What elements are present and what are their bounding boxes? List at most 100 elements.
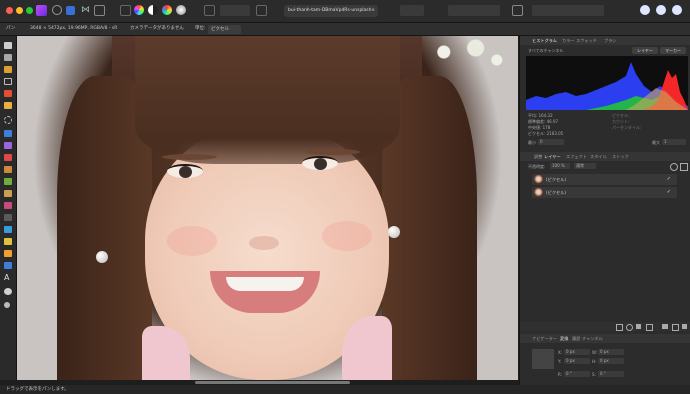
preferences-icon[interactable] <box>672 5 682 15</box>
histogram-marker-button[interactable]: マーカー <box>660 47 686 54</box>
tab-navigator[interactable]: ナビゲーター <box>532 334 557 343</box>
mask-layer-icon[interactable] <box>616 324 623 331</box>
channel-select[interactable]: すべてのチャンネル <box>528 48 563 54</box>
horizontal-scrollbar[interactable] <box>195 381 350 384</box>
layers-footer <box>520 322 690 331</box>
align-tools-icon[interactable] <box>532 5 604 16</box>
document-tab-title: bui-thanh-tam-DBmaVpdRs-unsplash <box>288 8 372 13</box>
persona-liquify-icon[interactable] <box>66 6 75 15</box>
adjustment-layer-icon[interactable] <box>626 324 633 331</box>
patch-tool-icon[interactable] <box>4 214 12 221</box>
auto-colors-icon[interactable] <box>162 5 172 15</box>
background-flowers <box>412 36 518 76</box>
tab-transform[interactable]: 変換 <box>560 334 568 343</box>
w-field[interactable]: 0 px <box>598 349 624 355</box>
blend-mode-select[interactable]: 通常 <box>574 163 596 169</box>
shear-field[interactable]: 0 ° <box>598 371 624 377</box>
gradient-tool-icon[interactable] <box>4 142 12 149</box>
marquee-tool-icon[interactable] <box>4 116 12 124</box>
h-field[interactable]: 0 px <box>598 358 624 364</box>
min-field[interactable]: 0 <box>538 139 564 145</box>
layer-thumbnail <box>534 175 543 184</box>
quick-mask-icon[interactable] <box>256 5 267 16</box>
photo-canvas[interactable] <box>17 36 518 380</box>
delete-layer-icon[interactable] <box>682 324 687 329</box>
stat-percentile-label: パーセンタイル: <box>612 125 642 130</box>
tools-panel: A <box>0 36 17 380</box>
unit-select[interactable]: ピクセル <box>208 24 241 34</box>
anchor-point-selector[interactable] <box>532 349 554 369</box>
selection-brush-tool-icon[interactable] <box>4 90 12 97</box>
view-mode-icon[interactable] <box>120 5 131 16</box>
shape-tool-icon[interactable] <box>4 262 12 269</box>
persona-develop-icon[interactable]: ⋈ <box>80 5 91 16</box>
tab-swatches[interactable]: スウォッチ <box>576 36 597 45</box>
tab-color[interactable]: カラー <box>562 36 575 45</box>
selection-mode-icon[interactable] <box>204 5 215 16</box>
studio-panel-icon[interactable] <box>656 5 666 15</box>
auto-white-balance-icon[interactable] <box>176 5 186 15</box>
tab-layers[interactable]: レイヤー <box>544 152 561 161</box>
auto-levels-icon[interactable] <box>134 5 144 15</box>
status-text: ドラッグで表示をパンします。 <box>6 387 69 392</box>
smudge-tool-icon[interactable] <box>4 238 12 245</box>
layer-visibility-checkbox[interactable]: ✓ <box>667 187 671 198</box>
paint-brush-tool-icon[interactable] <box>4 154 12 161</box>
tab-history[interactable]: 履歴 <box>572 334 580 343</box>
tab-stock[interactable]: ストック <box>612 152 629 161</box>
persona-export-icon[interactable] <box>94 5 105 16</box>
flood-select-tool-icon[interactable] <box>4 102 12 109</box>
layer-menu-icon[interactable] <box>680 163 688 171</box>
rotation-field[interactable]: 0 ° <box>564 371 590 377</box>
y-label: Y: <box>558 359 562 364</box>
minimize-window-icon[interactable] <box>16 7 23 14</box>
red-eye-tool-icon[interactable] <box>4 202 12 209</box>
left-cheek <box>167 226 217 256</box>
tab-styles[interactable]: スタイル <box>590 152 607 161</box>
zoom-window-icon[interactable] <box>26 7 33 14</box>
close-window-icon[interactable] <box>6 7 13 14</box>
studio-panel: ヒストグラム カラー スウォッチ ブラシ すべてのチャンネル レイヤー マーカー… <box>519 36 690 385</box>
dodge-tool-icon[interactable] <box>4 166 12 173</box>
y-field[interactable]: 0 px <box>564 358 590 364</box>
document-close-icon[interactable]: × <box>371 5 375 17</box>
zoom-tool-icon[interactable] <box>4 288 12 295</box>
text-tool-icon[interactable]: A <box>4 274 12 282</box>
selection-toggle-icon[interactable] <box>220 5 250 16</box>
tab-channels[interactable]: チャンネル <box>582 334 603 343</box>
pen-tool-icon[interactable] <box>4 250 12 257</box>
view-tool-icon[interactable] <box>4 42 12 49</box>
layer-visibility-checkbox[interactable]: ✓ <box>667 174 671 185</box>
group-layers-icon[interactable] <box>662 324 668 329</box>
arrange-icon[interactable] <box>512 5 523 16</box>
max-field[interactable]: 1 <box>662 139 686 145</box>
assistant-icon[interactable] <box>640 5 650 15</box>
tab-histogram[interactable]: ヒストグラム <box>532 36 557 45</box>
tab-effects[interactable]: エフェクト <box>566 152 587 161</box>
snapping-toggle-icon[interactable] <box>400 5 424 16</box>
clone-tool-icon[interactable] <box>4 178 12 185</box>
blur-tool-icon[interactable] <box>4 226 12 233</box>
color-picker-tool-icon[interactable] <box>4 66 12 73</box>
histogram-layer-button[interactable]: レイヤー <box>632 47 658 54</box>
opacity-field[interactable]: 100 % <box>550 163 570 169</box>
mask-tools-icon[interactable] <box>448 5 500 16</box>
x-field[interactable]: 0 px <box>564 349 590 355</box>
color-swatch-icon[interactable] <box>4 302 10 308</box>
healing-tool-icon[interactable] <box>4 190 12 197</box>
document-tab[interactable]: bui-thanh-tam-DBmaVpdRs-unsplash × <box>284 5 378 17</box>
auto-contrast-icon[interactable] <box>148 5 158 15</box>
add-layer-icon[interactable] <box>672 324 679 331</box>
tab-brushes[interactable]: ブラシ <box>604 36 616 45</box>
fx-icon[interactable] <box>646 324 653 331</box>
live-filter-icon[interactable] <box>636 324 641 329</box>
persona-photo-icon[interactable] <box>52 5 62 15</box>
tab-adjustments[interactable]: 調整 <box>534 152 542 161</box>
layer-settings-icon[interactable] <box>670 163 678 171</box>
crop-tool-icon[interactable] <box>4 78 12 85</box>
fill-tool-icon[interactable] <box>4 130 12 137</box>
layer-row[interactable]: (ピクセル) ✓ <box>532 174 677 185</box>
move-tool-icon[interactable] <box>4 54 12 61</box>
app-logo-icon[interactable] <box>36 5 47 16</box>
layer-row[interactable]: (ピクセル) ✓ <box>532 187 677 198</box>
